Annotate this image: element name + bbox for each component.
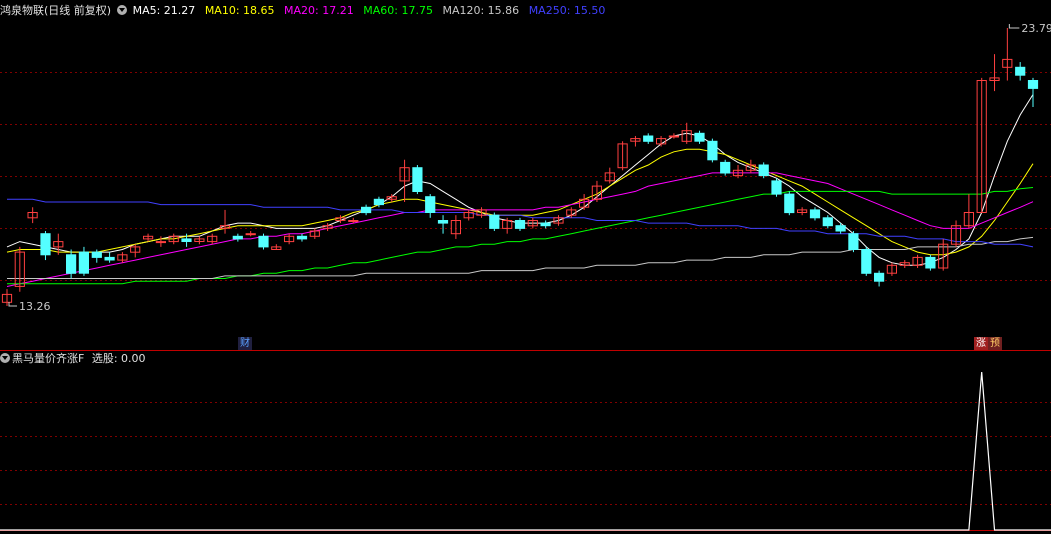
ma10-value: MA10: 18.65 [204,4,275,17]
finance-marker[interactable]: 财 [238,337,252,350]
candle-body [258,235,269,248]
candle-body [348,220,359,222]
high-marker-arrow [1008,24,1020,29]
candle-body [771,180,782,195]
candle-body [40,233,51,256]
candle-body [643,135,654,142]
candle-body [361,206,372,214]
candle-body [66,254,77,274]
candle-body [245,233,256,236]
sub-settings-dropdown-icon[interactable] [0,353,10,363]
candle-body [232,235,243,240]
candle-body [373,198,384,206]
candle-body [835,225,846,232]
high-price-label: 23.79 [1021,22,1051,35]
candle-body [437,220,449,224]
rise-marker[interactable]: 涨 [974,337,988,350]
candle-body [412,167,423,192]
ma20-value: MA20: 17.21 [284,4,354,17]
candle-body [668,135,679,138]
forecast-marker[interactable]: 预 [988,337,1002,350]
signal-indicator [0,371,1051,531]
candle-body [296,235,308,240]
candle-body [720,161,731,174]
grid-lines [0,72,1051,531]
chart-canvas: 23.79 13.26 [0,22,1051,531]
settings-dropdown-icon[interactable] [117,5,128,15]
candle-body [78,251,90,274]
candle-body [861,249,872,274]
moving-average-lines [6,94,1034,287]
indicator-name[interactable]: 黑马量价齐涨F [12,352,84,365]
candle-body [181,238,192,242]
ma-line-ma60 [7,187,1034,285]
stock-label[interactable]: 鸿泉物联(日线 前复权) [0,4,111,17]
candlestick-series [1,28,1039,306]
ma5-value: MA5: 21.27 [132,4,196,17]
candle-body [91,251,102,258]
ma250-value: MA250: 15.50 [528,4,606,17]
main-chart-header: 鸿泉物联(日线 前复权) MA5: 21.27 MA10: 18.65 MA20… [0,2,611,20]
candle-body [104,256,115,261]
ma60-value: MA60: 17.75 [363,4,433,17]
candle-body [809,209,821,219]
candle-body [758,164,769,177]
candle-body [848,233,859,250]
candle-body [540,222,551,227]
candle-body [155,241,167,244]
candle-body [425,196,436,213]
candle-body [925,256,936,269]
signal-line [0,371,1051,531]
ma120-value: MA120: 15.86 [442,4,520,17]
candle-body [822,217,833,227]
low-price-label: 13.26 [19,300,51,313]
candle-body [694,132,705,142]
candle-body [874,272,885,282]
signal-value: 选股: 0.00 [91,352,146,365]
candle-body [1015,66,1026,76]
candle-body [707,140,718,161]
candle-body [1027,80,1039,89]
candle-body [514,220,526,229]
candle-body [489,214,500,229]
sub-chart-header: 黑马量价齐涨F 选股: 0.00 [0,350,152,368]
candle-body [784,193,795,214]
